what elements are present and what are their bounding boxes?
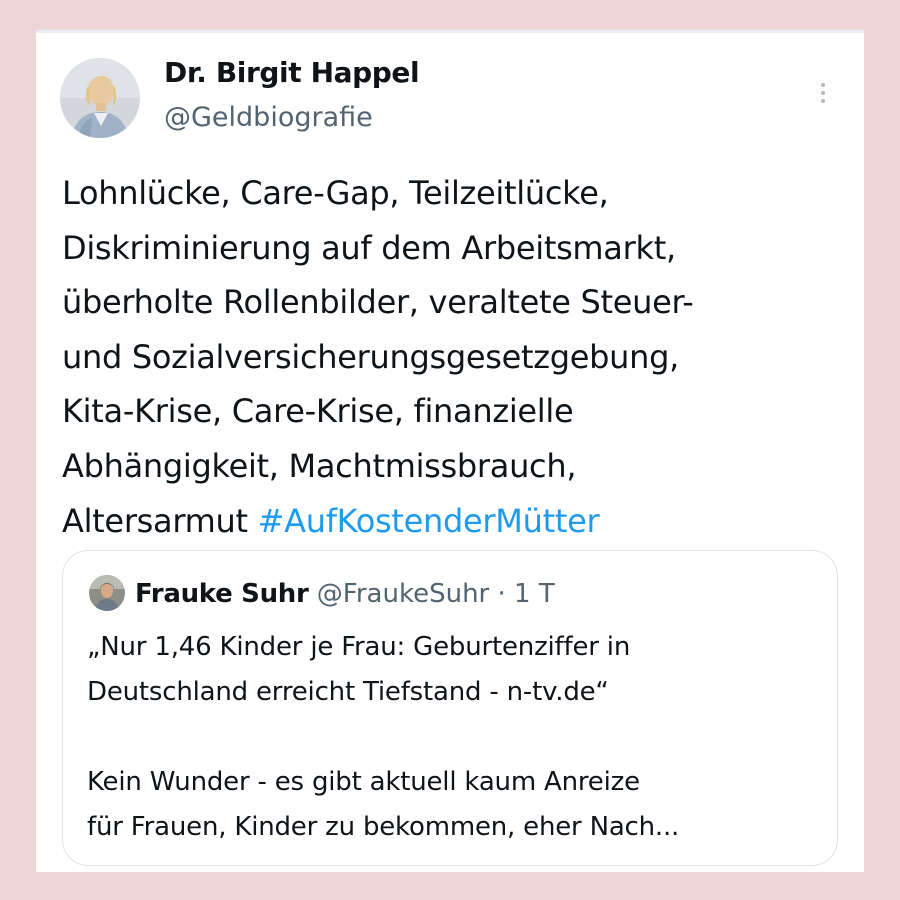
quoted-text-line: für Frauen, Kinder zu bekommen, eher Nac…	[87, 812, 680, 842]
quoted-author-name[interactable]: Frauke Suhr	[135, 579, 309, 609]
tweet-text-line: Kita-Krise, Care-Krise, finanzielle	[62, 392, 574, 431]
quoted-text-line: Kein Wunder - es gibt aktuell kaum Anrei…	[87, 767, 640, 797]
tweet-text-segment: Altersarmut	[62, 501, 248, 540]
tweet-text-line: Abhängigkeit, Machtmissbrauch,	[62, 446, 577, 485]
quoted-tweet[interactable]: Frauke Suhr @FraukeSuhr · 1 T „Nur 1,46 …	[62, 550, 838, 866]
tweet-text-line: und Sozialversicherungsgesetzgebung,	[62, 337, 679, 376]
author-name[interactable]: Dr. Birgit Happel	[164, 56, 420, 89]
tweet-text-line: überholte Rollenbilder, veraltete Steuer…	[62, 283, 694, 322]
tweet-card[interactable]: Dr. Birgit Happel @Geldbiografie Lohnlüc…	[36, 30, 864, 872]
author-handle[interactable]: @Geldbiografie	[164, 102, 373, 133]
author-avatar[interactable]	[60, 58, 140, 138]
quoted-timestamp[interactable]: 1 T	[514, 579, 555, 609]
quoted-header: Frauke Suhr @FraukeSuhr · 1 T	[135, 575, 555, 613]
tweet-text-last-line: Altersarmut #AufKostenderMütter	[62, 494, 852, 549]
quoted-text-line: Deutschland erreicht Tiefstand - n-tv.de…	[87, 677, 609, 707]
quoted-text-blank-line	[87, 715, 827, 760]
more-vertical-icon	[821, 83, 825, 103]
tweet-text-line: Lohnlücke, Care-Gap, Teilzeitlücke,	[62, 174, 609, 212]
quoted-text: „Nur 1,46 Kinder je Frau: Geburtenziffer…	[87, 625, 827, 850]
divider	[36, 30, 864, 33]
more-options-button[interactable]	[812, 76, 834, 110]
quoted-author-avatar[interactable]	[89, 575, 125, 611]
tweet-text-line: Diskriminierung auf dem Arbeitsmarkt,	[62, 228, 676, 267]
quoted-author-handle[interactable]: @FraukeSuhr	[317, 579, 489, 609]
avatar-photo	[89, 575, 125, 611]
tweet-text: Lohnlücke, Care-Gap, Teilzeitlücke, Disk…	[62, 166, 852, 548]
hashtag-link[interactable]: #AufKostenderMütter	[258, 502, 600, 540]
separator-dot: ·	[497, 579, 506, 609]
quoted-text-line: „Nur 1,46 Kinder je Frau: Geburtenziffer…	[87, 632, 631, 662]
avatar-photo	[60, 58, 140, 138]
